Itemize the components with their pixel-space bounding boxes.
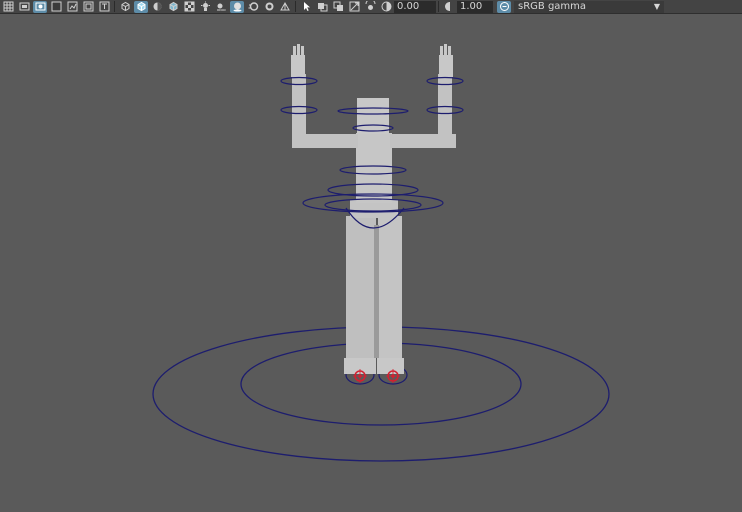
shade-default-material-icon[interactable]: [150, 1, 164, 13]
toolbar-separator: [114, 1, 115, 12]
3d-viewport[interactable]: [0, 14, 742, 512]
use-lights-icon[interactable]: [198, 1, 212, 13]
exposure-field[interactable]: 0.00: [394, 0, 436, 13]
gate-mask-icon[interactable]: [49, 1, 63, 13]
xray-icon[interactable]: [315, 1, 329, 13]
exposure-icon[interactable]: [379, 1, 393, 13]
motion-blur-icon[interactable]: [246, 1, 260, 13]
isolate-select-icon[interactable]: [299, 1, 313, 13]
toolbar-separator: [438, 1, 439, 12]
smooth-shade-icon[interactable]: [134, 0, 148, 13]
depth-of-field-icon[interactable]: [278, 1, 292, 13]
grid-icon[interactable]: [1, 1, 15, 13]
gamma-icon[interactable]: [442, 1, 456, 13]
safe-title-icon[interactable]: [97, 1, 111, 13]
color-space-label: sRGB gamma: [518, 0, 587, 12]
xray-joints-icon[interactable]: [347, 1, 361, 13]
textured-icon[interactable]: [182, 1, 196, 13]
wireframe-cube-icon[interactable]: [118, 1, 132, 13]
backface-culling-icon[interactable]: [363, 1, 377, 13]
gamma-field[interactable]: 1.00: [457, 0, 493, 13]
toolbar-separator: [295, 1, 296, 12]
xray-active-components-icon[interactable]: [331, 1, 345, 13]
film-gate-icon[interactable]: [17, 1, 31, 13]
wireframe-on-shaded-icon[interactable]: [166, 1, 180, 13]
resolution-gate-icon[interactable]: [33, 0, 47, 13]
chevron-down-icon: ▼: [653, 1, 660, 11]
viewport-panel-toolbar: 0.00 1.00 sRGB gamma ▼: [0, 0, 742, 14]
ambient-occlusion-icon[interactable]: [230, 0, 244, 13]
view-transform-icon[interactable]: [497, 0, 511, 13]
multisample-aa-icon[interactable]: [262, 1, 276, 13]
character-mesh[interactable]: [291, 44, 456, 374]
field-chart-icon[interactable]: [65, 1, 79, 13]
color-space-dropdown[interactable]: sRGB gamma ▼: [514, 0, 664, 13]
shadows-icon[interactable]: [214, 1, 228, 13]
safe-action-icon[interactable]: [81, 1, 95, 13]
